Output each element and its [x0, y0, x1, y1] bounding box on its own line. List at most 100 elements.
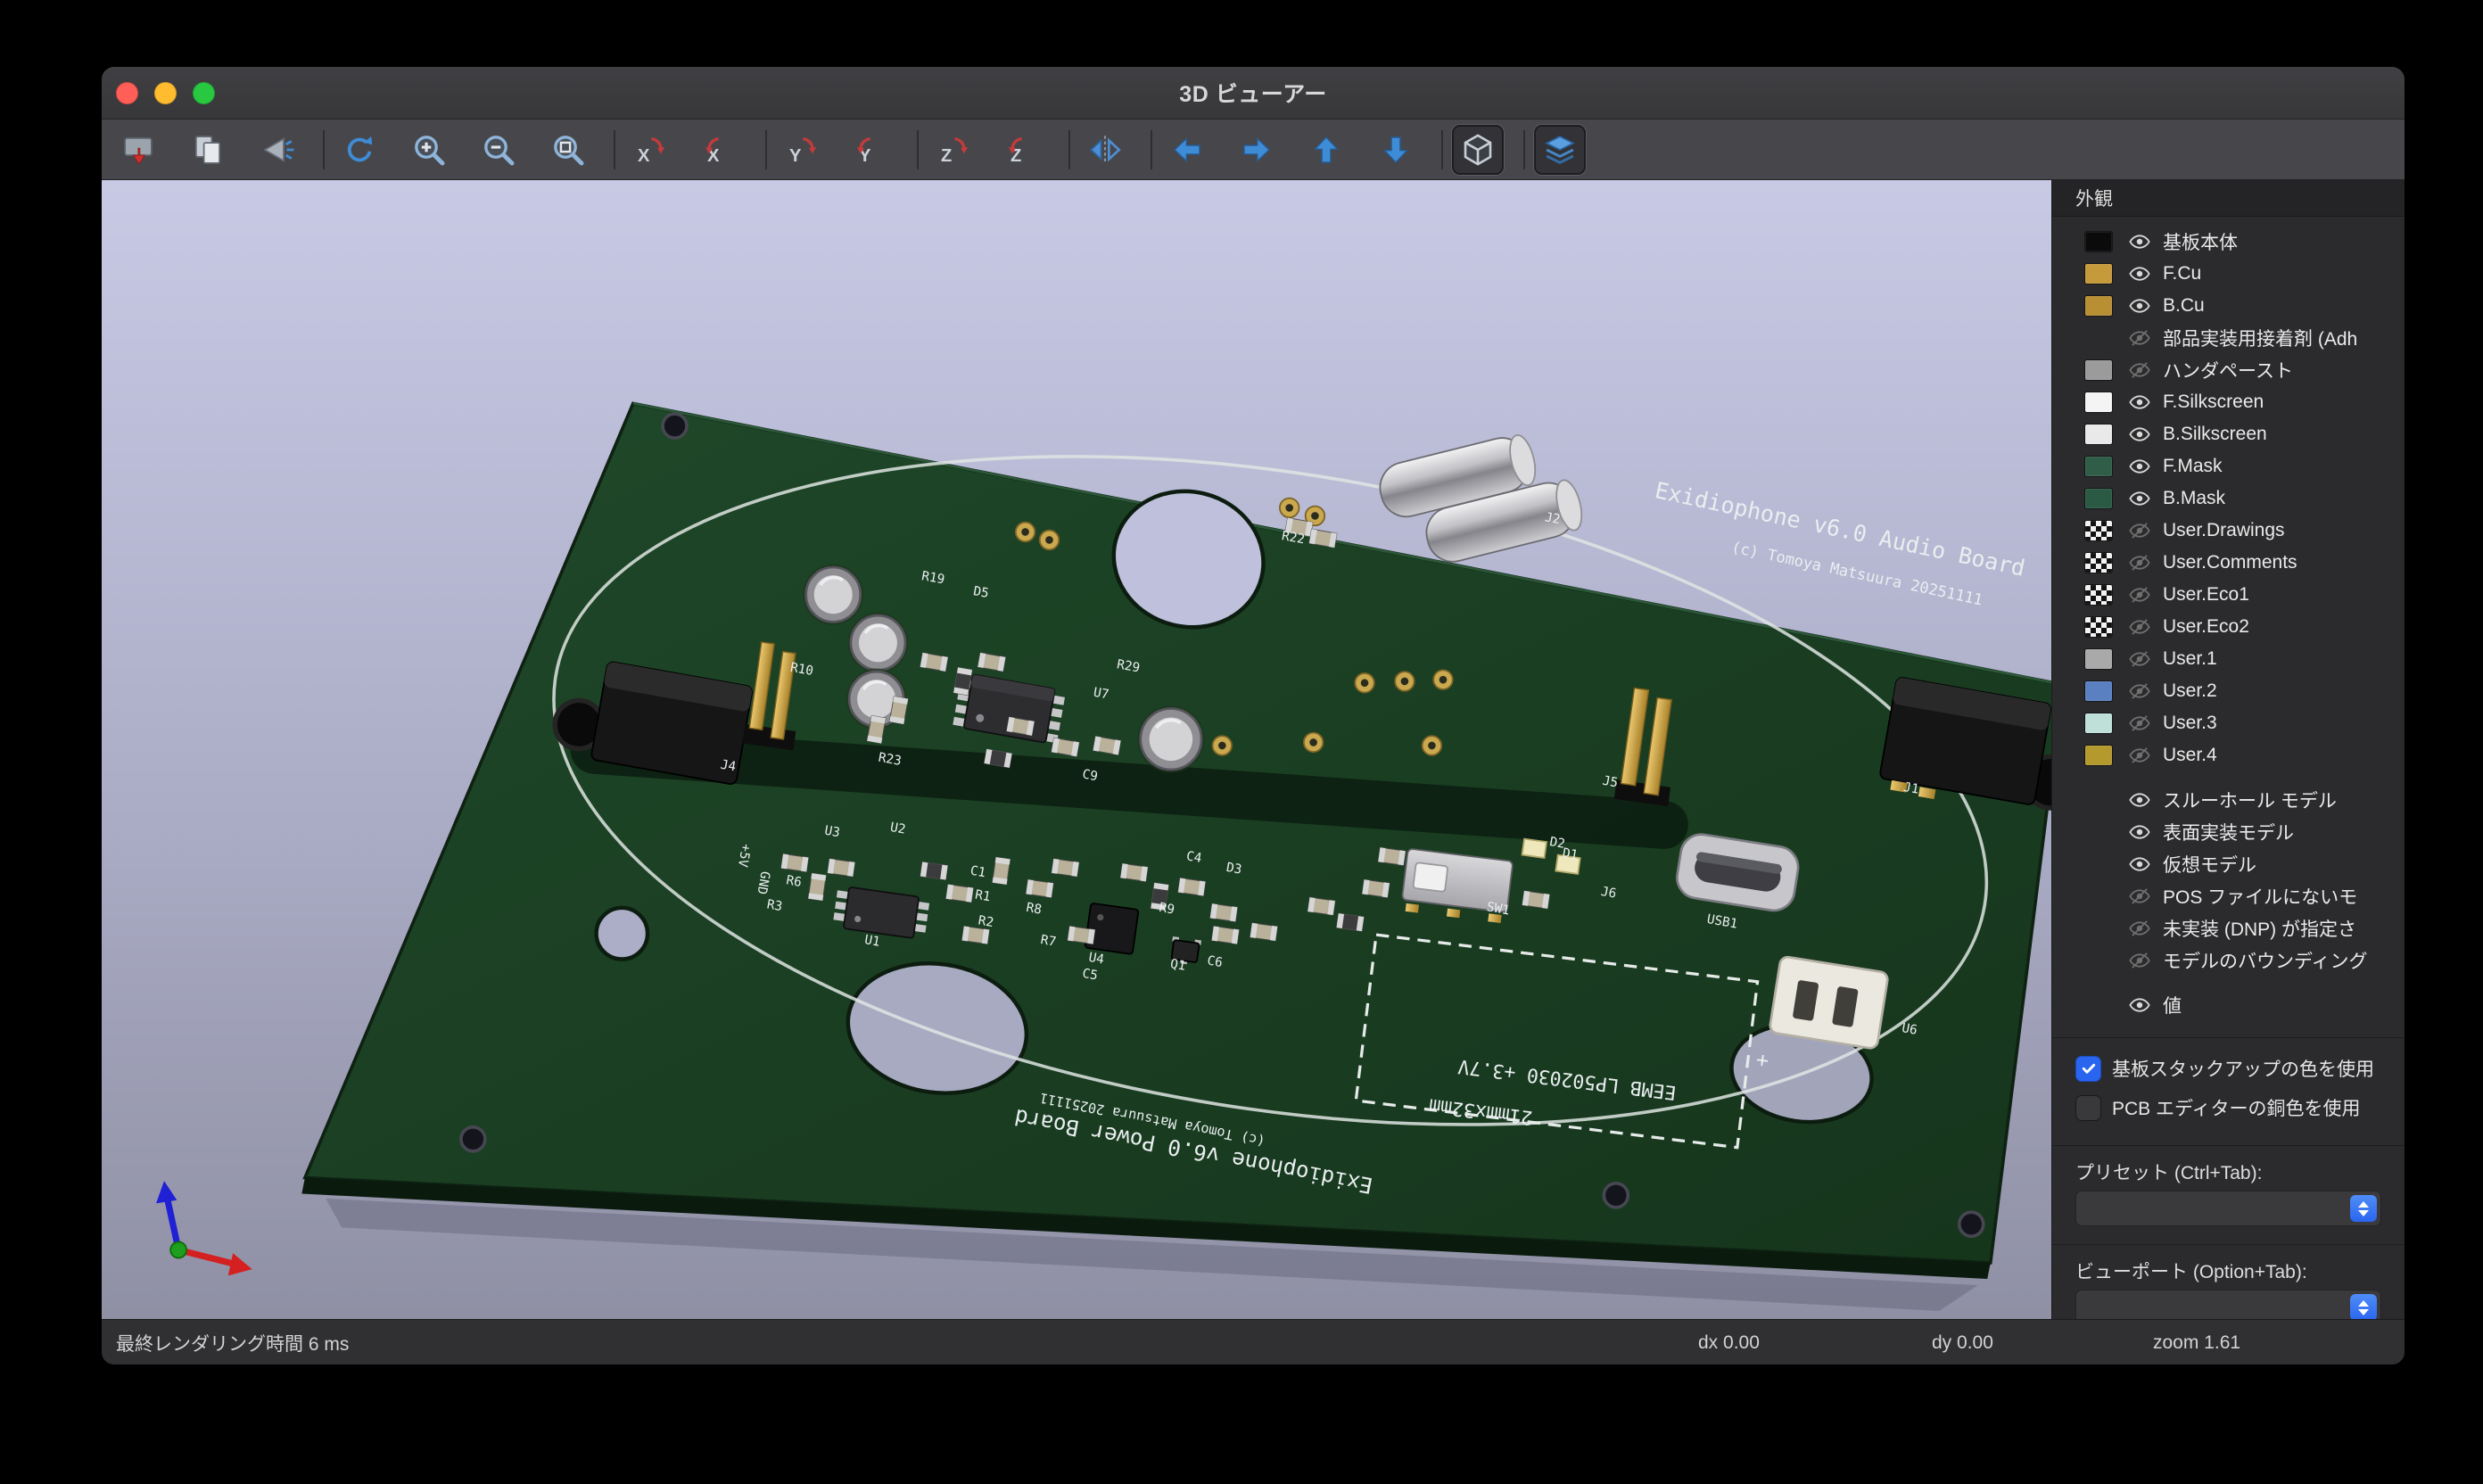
visibility-on-icon[interactable] [2127, 820, 2152, 845]
pan-left-button[interactable] [1161, 125, 1213, 175]
visibility-on-icon[interactable] [2127, 454, 2152, 479]
layer-row-f-mask[interactable]: F.Mask [2052, 450, 2405, 482]
rotate-z-counterclockwise-button[interactable]: Z [997, 125, 1049, 175]
stepper-icon[interactable] [2350, 1195, 2377, 1222]
visibility-off-icon[interactable] [2127, 711, 2152, 736]
visibility-on-icon[interactable] [2127, 293, 2152, 318]
layer-color-swatch[interactable] [2084, 456, 2113, 477]
layer-row-f-silkscreen[interactable]: F.Silkscreen [2052, 386, 2405, 418]
visibility-on-icon[interactable] [2127, 852, 2152, 877]
pcb-3d-scene[interactable]: R19D5R10R23U7R29C9J4J1J2R22J5J6SW1USB1U6… [102, 180, 2051, 1319]
close-button[interactable] [116, 82, 138, 104]
visibility-on-icon[interactable] [2127, 422, 2152, 447]
layer-color-swatch[interactable] [2084, 263, 2113, 284]
visibility-off-icon[interactable] [2127, 326, 2152, 350]
zoom-in-button[interactable] [403, 125, 455, 175]
visibility-off-icon[interactable] [2127, 647, 2152, 672]
layer-row-b-mask[interactable]: B.Mask [2052, 482, 2405, 515]
layer-color-swatch[interactable] [2084, 648, 2113, 670]
option-row-dnp-models[interactable]: 未実装 (DNP) が指定さ [2052, 912, 2405, 944]
visibility-off-icon[interactable] [2127, 743, 2152, 768]
option-row-models-not-in-pos[interactable]: POS ファイルにないモ [2052, 880, 2405, 912]
stepper-icon[interactable] [2350, 1294, 2377, 1321]
layer-color-swatch[interactable] [2084, 680, 2113, 702]
minimize-button[interactable] [154, 82, 177, 104]
pan-down-button[interactable] [1370, 125, 1422, 175]
layer-row-b-silkscreen[interactable]: B.Silkscreen [2052, 418, 2405, 450]
titlebar[interactable]: 3D ビューアー [102, 67, 2405, 120]
visibility-off-icon[interactable] [2127, 614, 2152, 639]
layer-row-b-cu[interactable]: B.Cu [2052, 290, 2405, 322]
layer-row-user-eco2[interactable]: User.Eco2 [2052, 611, 2405, 643]
visibility-off-icon[interactable] [2127, 679, 2152, 704]
desktop: 3D ビューアー XXYYZZ [0, 0, 2483, 1484]
rotate-x-clockwise-button[interactable]: X [624, 125, 676, 175]
layer-color-swatch[interactable] [2084, 359, 2113, 381]
visibility-on-icon[interactable] [2127, 390, 2152, 415]
row-label: 表面実装モデル [2163, 819, 2294, 845]
checkbox-checked-icon[interactable] [2075, 1056, 2101, 1082]
visibility-off-icon[interactable] [2127, 884, 2152, 909]
pan-right-button[interactable] [1231, 125, 1283, 175]
visibility-off-icon[interactable] [2127, 582, 2152, 607]
layer-row-board-body[interactable]: 基板本体 [2052, 226, 2405, 258]
layer-color-swatch[interactable] [2084, 424, 2113, 445]
layer-row-solder-paste[interactable]: ハンダペースト [2052, 354, 2405, 386]
visibility-off-icon[interactable] [2127, 948, 2152, 973]
layer-color-swatch[interactable] [2084, 713, 2113, 734]
copy-image-button[interactable] [182, 125, 234, 175]
visibility-off-icon[interactable] [2127, 916, 2152, 941]
option-row-values[interactable]: 値 [2052, 989, 2405, 1021]
visibility-off-icon[interactable] [2127, 358, 2152, 383]
layer-color-swatch[interactable] [2084, 616, 2113, 638]
appearance-panel-button[interactable] [1534, 125, 1586, 175]
refresh-view-button[interactable] [334, 125, 385, 175]
layer-color-swatch[interactable] [2084, 552, 2113, 573]
3d-viewport[interactable]: R19D5R10R23U7R29C9J4J1J2R22J5J6SW1USB1U6… [102, 180, 2051, 1319]
layer-color-swatch[interactable] [2084, 392, 2113, 413]
layer-row-user-eco1[interactable]: User.Eco1 [2052, 579, 2405, 611]
rotate-z-clockwise-button[interactable]: Z [928, 125, 979, 175]
layer-row-user-comments[interactable]: User.Comments [2052, 547, 2405, 579]
visibility-on-icon[interactable] [2127, 787, 2152, 812]
zoom-out-button[interactable] [473, 125, 524, 175]
visibility-on-icon[interactable] [2127, 993, 2152, 1018]
visibility-off-icon[interactable] [2127, 550, 2152, 575]
use-pcb-editor-copper-colors-checkbox[interactable]: PCB エディターの銅色を使用 [2052, 1088, 2405, 1127]
layer-color-swatch[interactable] [2084, 295, 2113, 317]
option-row-virtual-models[interactable]: 仮想モデル [2052, 848, 2405, 880]
visibility-on-icon[interactable] [2127, 229, 2152, 254]
layer-row-user-3[interactable]: User.3 [2052, 707, 2405, 739]
layer-color-swatch[interactable] [2084, 231, 2113, 252]
zoom-to-fit-button[interactable] [542, 125, 594, 175]
preset-dropdown[interactable] [2075, 1191, 2381, 1226]
layer-row-user-2[interactable]: User.2 [2052, 675, 2405, 707]
layer-row-user-drawings[interactable]: User.Drawings [2052, 515, 2405, 547]
layer-color-swatch[interactable] [2084, 488, 2113, 509]
option-row-smd-models[interactable]: 表面実装モデル [2052, 816, 2405, 848]
checkbox-unchecked-icon[interactable] [2075, 1095, 2101, 1121]
rotate-y-clockwise-button[interactable]: Y [776, 125, 828, 175]
visibility-off-icon[interactable] [2127, 518, 2152, 543]
layer-color-swatch[interactable] [2084, 584, 2113, 606]
rotate-x-counterclockwise-button[interactable]: X [694, 125, 746, 175]
use-stackup-colors-checkbox[interactable]: 基板スタックアップの色を使用 [2052, 1049, 2405, 1088]
flip-board-button[interactable] [1079, 125, 1131, 175]
layer-row-user-4[interactable]: User.4 [2052, 739, 2405, 771]
export-board-image-button[interactable] [112, 125, 164, 175]
layer-color-swatch[interactable] [2084, 520, 2113, 541]
visibility-on-icon[interactable] [2127, 486, 2152, 511]
render-options-button[interactable] [252, 125, 303, 175]
orthographic-projection-button[interactable] [1452, 125, 1504, 175]
layer-row-adhesive[interactable]: 部品実装用接着剤 (Adh [2052, 322, 2405, 354]
layer-color-swatch[interactable] [2084, 745, 2113, 766]
layer-list: 基板本体F.CuB.Cu部品実装用接着剤 (AdhハンダペーストF.Silksc… [2052, 226, 2405, 771]
layer-row-user-1[interactable]: User.1 [2052, 643, 2405, 675]
layer-row-f-cu[interactable]: F.Cu [2052, 258, 2405, 290]
visibility-on-icon[interactable] [2127, 261, 2152, 286]
option-row-model-bounding-boxes[interactable]: モデルのバウンディング [2052, 944, 2405, 977]
option-row-through-hole-models[interactable]: スルーホール モデル [2052, 784, 2405, 816]
fullscreen-button[interactable] [193, 82, 215, 104]
pan-up-button[interactable] [1300, 125, 1352, 175]
rotate-y-counterclockwise-button[interactable]: Y [846, 125, 897, 175]
